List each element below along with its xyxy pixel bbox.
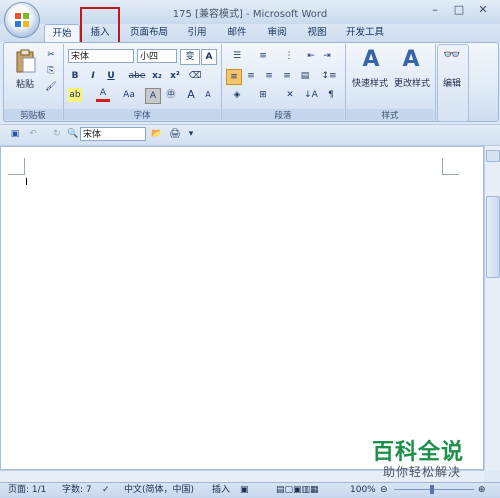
font-size-combo[interactable]: 小四	[137, 49, 177, 63]
superscript-button[interactable]: x²	[168, 69, 182, 83]
page-count[interactable]: 页面: 1/1	[8, 485, 46, 496]
zoom-slider-thumb[interactable]	[430, 485, 434, 494]
distributed-icon[interactable]: ▤	[298, 69, 312, 83]
styles-group-label: 样式	[346, 109, 434, 121]
tab-review[interactable]: 审阅	[260, 24, 294, 42]
group-divider	[435, 44, 436, 120]
tab-home[interactable]: 开始	[44, 24, 80, 43]
ruler-toggle-icon[interactable]	[486, 150, 500, 162]
quick-styles-button[interactable]: 快速样式	[348, 76, 392, 89]
redo-icon[interactable]: ↻	[50, 127, 64, 141]
align-left-icon[interactable]: ≡	[226, 69, 242, 85]
quick-styles-icon: A	[362, 47, 380, 72]
tab-view[interactable]: 视图	[300, 24, 334, 42]
office-button[interactable]	[4, 2, 40, 38]
line-spacing-icon[interactable]: ↕≡	[318, 69, 340, 83]
shading-icon[interactable]: ◈	[226, 88, 248, 102]
clipboard-group-label: 剪贴板	[4, 109, 62, 121]
align-center-icon[interactable]: ≡	[244, 69, 258, 83]
minimize-button[interactable]: –	[424, 2, 446, 18]
phonetic-guide-icon[interactable]: 变	[180, 49, 200, 65]
subscript-button[interactable]: x₂	[150, 69, 164, 83]
view-buttons[interactable]: ▤▢▣▥▦	[276, 485, 319, 496]
shrink-font-button[interactable]: A	[201, 88, 215, 102]
multilevel-list-icon[interactable]: ⋮	[278, 49, 300, 63]
margin-corner-mark	[8, 158, 25, 175]
document-canvas[interactable]	[0, 146, 484, 470]
font-group-label: 字体	[64, 109, 220, 121]
font-color-icon[interactable]: A	[96, 88, 110, 102]
decrease-indent-icon[interactable]: ⇤	[304, 49, 318, 63]
scroll-thumb[interactable]	[486, 196, 500, 278]
zoom-level[interactable]: 100%	[350, 485, 376, 496]
cut-icon[interactable]: ✂	[44, 48, 58, 62]
binoculars-icon: 👓	[443, 47, 461, 63]
grow-font-button[interactable]: A	[184, 88, 198, 102]
close-button[interactable]: ✕	[472, 2, 494, 18]
paragraph-group-label: 段落	[222, 109, 344, 121]
tab-mailings[interactable]: 邮件	[220, 24, 254, 42]
proofing-icon[interactable]: ✓	[102, 485, 110, 496]
quick-print-icon[interactable]: 🖨	[168, 127, 182, 141]
tab-developer[interactable]: 开发工具	[340, 24, 390, 42]
bold-button[interactable]: B	[68, 69, 82, 83]
paste-button[interactable]: 粘贴	[10, 77, 40, 90]
numbering-icon[interactable]: ≡	[252, 49, 274, 63]
enclose-char-icon[interactable]: ㊥	[164, 88, 178, 102]
copy-icon[interactable]: ⎘	[44, 64, 58, 78]
editing-button[interactable]: 编辑	[438, 76, 466, 89]
borders-icon[interactable]: ⊞	[252, 88, 274, 102]
italic-button[interactable]: I	[86, 69, 100, 83]
char-shading-icon[interactable]: A	[145, 88, 161, 104]
char-border-icon[interactable]: A	[201, 49, 217, 65]
underline-button[interactable]: U	[104, 69, 118, 83]
text-cursor	[26, 178, 27, 185]
zoom-slider[interactable]	[394, 489, 474, 490]
zoom-out-icon[interactable]: ⊖	[380, 485, 388, 496]
macro-record-icon[interactable]: ▣	[240, 485, 249, 496]
sort-icon[interactable]: ↓A	[304, 88, 318, 102]
strikethrough-button[interactable]: abe	[128, 69, 146, 83]
format-painter-icon[interactable]: 🖌	[44, 80, 58, 94]
change-case-button[interactable]: Aa	[120, 88, 138, 102]
language-status[interactable]: 中文(简体，中国)	[124, 485, 194, 496]
maximize-button[interactable]: □	[448, 2, 470, 18]
margin-corner-mark	[442, 158, 459, 175]
open-folder-icon[interactable]: 📂	[150, 127, 164, 141]
watermark-subtitle: 助你轻松解决	[383, 465, 462, 479]
insert-mode-status[interactable]: 插入	[212, 485, 230, 496]
customize-qat-icon[interactable]: ▾	[184, 127, 198, 141]
show-marks-icon[interactable]: ¶	[324, 88, 338, 102]
vertical-scrollbar[interactable]	[484, 146, 500, 470]
paste-icon	[14, 48, 38, 74]
print-preview-icon[interactable]: 🔍	[66, 127, 80, 141]
tab-page-layout[interactable]: 页面布局	[124, 24, 174, 42]
align-right-icon[interactable]: ≡	[262, 69, 276, 83]
change-styles-button[interactable]: 更改样式	[390, 76, 434, 89]
highlight-color-icon[interactable]: ab	[68, 88, 82, 102]
zoom-in-icon[interactable]: ⊕	[478, 485, 486, 496]
clear-formatting-icon[interactable]: ⌫	[188, 69, 202, 83]
justify-icon[interactable]: ≡	[280, 69, 294, 83]
qat-font-combo[interactable]: 宋体	[80, 127, 146, 141]
insert-tab-highlight-box	[80, 7, 120, 44]
change-styles-icon: A	[402, 47, 420, 72]
bullets-icon[interactable]: ☰	[226, 49, 248, 63]
watermark-title: 百科全说	[372, 440, 465, 465]
undo-icon[interactable]: ↶	[26, 127, 40, 141]
office-logo-icon	[15, 13, 29, 27]
font-name-combo[interactable]: 宋体	[68, 49, 134, 63]
word-count[interactable]: 字数: 7	[62, 485, 92, 496]
chinese-layout-icon[interactable]: ✕	[280, 88, 300, 102]
save-icon[interactable]: ▣	[8, 127, 22, 141]
tab-references[interactable]: 引用	[180, 24, 214, 42]
increase-indent-icon[interactable]: ⇥	[320, 49, 334, 63]
